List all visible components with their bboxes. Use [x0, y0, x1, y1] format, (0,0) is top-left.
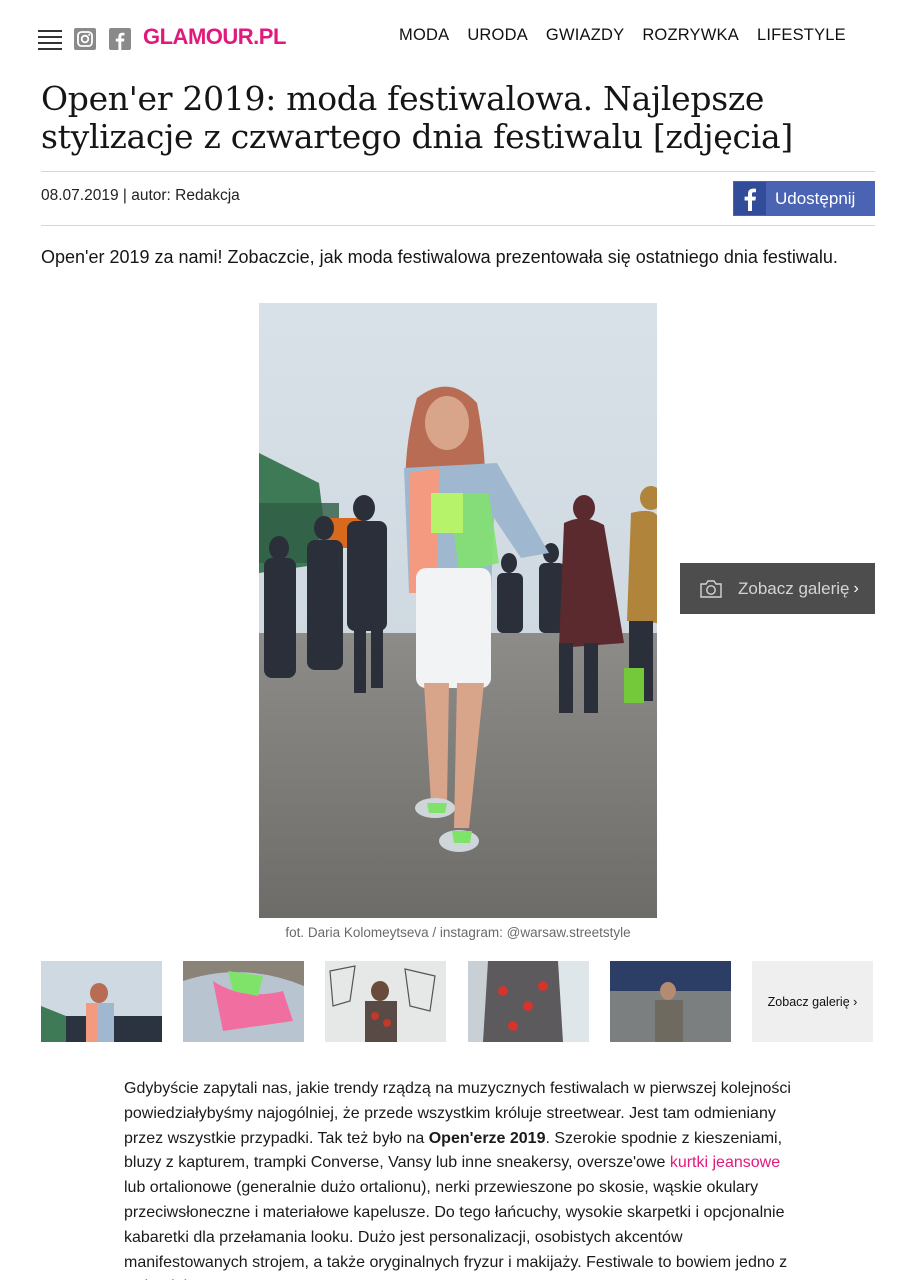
view-gallery-button[interactable]: Zobacz galerię ›	[680, 563, 875, 614]
gallery-thumbnails: Zobacz galerię ›	[41, 961, 875, 1042]
body-bold-text: Open'erze 2019	[428, 1129, 546, 1147]
share-label: Udostępnij	[775, 188, 856, 208]
gallery-thumbnail[interactable]	[610, 961, 731, 1042]
chevron-right-icon: ›	[849, 994, 858, 1009]
facebook-icon	[734, 182, 766, 215]
facebook-share-button[interactable]: Udostępnij	[733, 181, 875, 216]
gallery-thumbnail[interactable]	[325, 961, 446, 1042]
view-gallery-tile-label: Zobacz galerię	[767, 994, 850, 1009]
gallery-thumbnail[interactable]	[41, 961, 162, 1042]
article-lead: Open'er 2019 za nami! Zobaczcie, jak mod…	[41, 247, 838, 267]
divider	[41, 225, 875, 226]
menu-icon[interactable]	[38, 30, 62, 50]
body-text-segment: lub ortalionowe (generalnie dużo ortalio…	[124, 1179, 788, 1280]
camera-icon	[700, 579, 722, 598]
site-header: GLAMOUR.PL MODA URODA GWIAZDY ROZRYWKA L…	[0, 0, 918, 72]
nav-item-moda[interactable]: MODA	[399, 26, 449, 45]
gallery-thumbnail[interactable]	[183, 961, 304, 1042]
site-logo[interactable]: GLAMOUR.PL	[143, 24, 286, 50]
article-body: Gdybyście zapytali nas, jakie trendy rzą…	[124, 1077, 796, 1280]
denim-jackets-link[interactable]: kurtki jeansowe	[670, 1154, 780, 1171]
nav-item-gwiazdy[interactable]: GWIAZDY	[546, 26, 624, 45]
main-nav: MODA URODA GWIAZDY ROZRYWKA LIFESTYLE	[399, 26, 846, 45]
article-title: Open'er 2019: moda festiwalowa. Najlepsz…	[41, 79, 793, 156]
view-gallery-tile[interactable]: Zobacz galerię ›	[752, 961, 873, 1042]
instagram-icon[interactable]	[74, 28, 96, 50]
photo-caption: fot. Daria Kolomeytseva / instagram: @wa…	[285, 925, 631, 940]
gallery-thumbnail[interactable]	[468, 961, 589, 1042]
nav-item-uroda[interactable]: URODA	[467, 26, 528, 45]
nav-item-lifestyle[interactable]: LIFESTYLE	[757, 26, 846, 45]
facebook-icon[interactable]	[109, 28, 131, 50]
nav-item-rozrywka[interactable]: ROZRYWKA	[642, 26, 739, 45]
article-meta: 08.07.2019 | autor: Redakcja	[41, 187, 240, 204]
main-photo[interactable]	[259, 303, 657, 918]
view-gallery-label: Zobacz galerię	[738, 578, 850, 598]
divider	[41, 171, 875, 172]
chevron-right-icon: ›	[853, 579, 859, 597]
